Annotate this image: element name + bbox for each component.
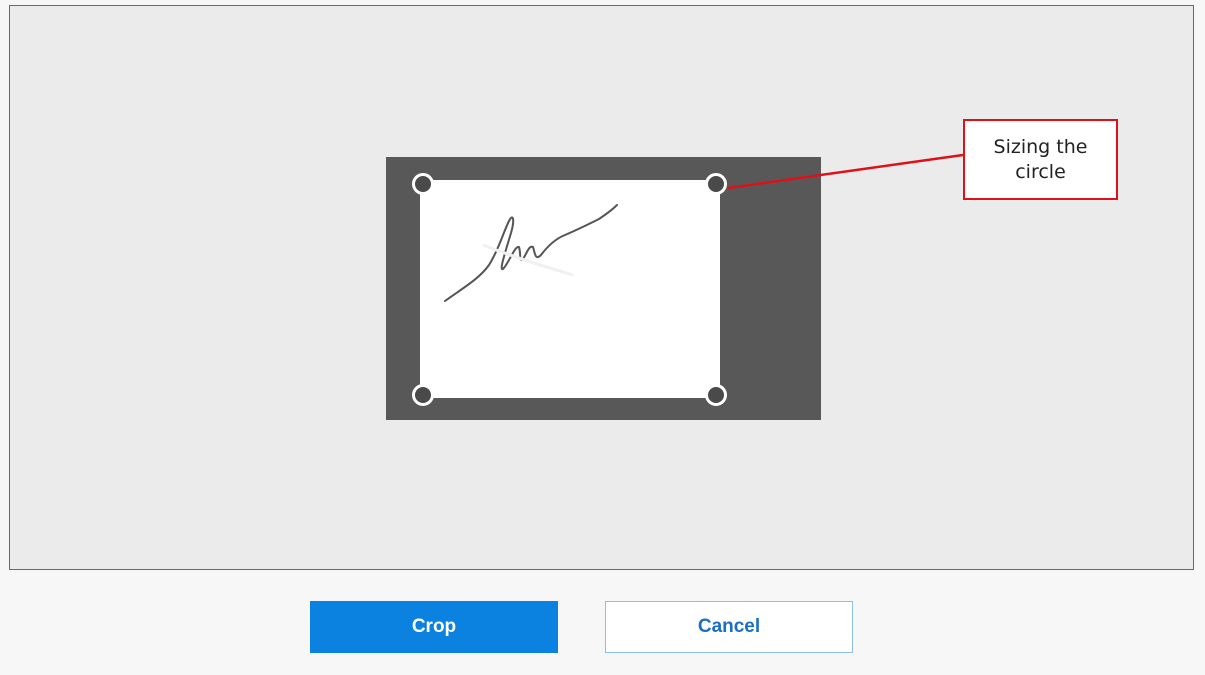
cancel-button[interactable]: Cancel xyxy=(605,601,853,653)
resize-handle-bottom-right-icon[interactable] xyxy=(705,384,727,406)
signature-image xyxy=(444,204,618,302)
callout-label: Sizing the circle xyxy=(963,119,1118,200)
resize-handle-top-left-icon[interactable] xyxy=(412,173,434,195)
callout-text: Sizing the circle xyxy=(993,135,1088,183)
crop-button[interactable]: Crop xyxy=(310,601,558,653)
resize-handle-bottom-left-icon[interactable] xyxy=(412,384,434,406)
resize-handle-top-right-icon[interactable] xyxy=(705,173,727,195)
crop-button-label: Crop xyxy=(411,616,457,637)
cancel-button-label: Cancel xyxy=(697,616,761,637)
